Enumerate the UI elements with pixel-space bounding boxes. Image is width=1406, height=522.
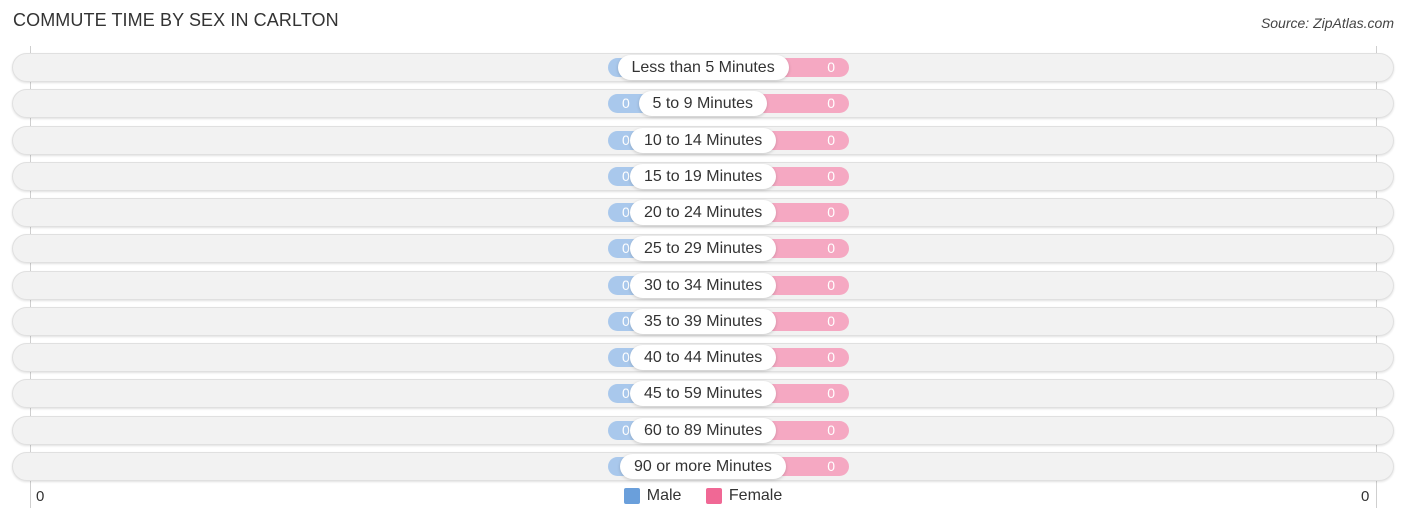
female-value-label: 0 xyxy=(827,312,835,329)
female-value-label: 0 xyxy=(827,167,835,184)
female-value-label: 0 xyxy=(827,59,835,75)
female-value-label: 0 xyxy=(827,385,835,402)
category-label: 5 to 9 Minutes xyxy=(638,91,767,117)
source-credit: Source: ZipAtlas.com xyxy=(1260,15,1394,31)
legend-swatch-male xyxy=(623,488,640,504)
female-value-label: 0 xyxy=(827,276,835,293)
female-value-label: 0 xyxy=(827,457,835,474)
male-value-label: 0 xyxy=(622,276,630,293)
female-bar[interactable]: 0 xyxy=(755,94,849,114)
category-label: Less than 5 Minutes xyxy=(617,55,789,80)
female-value-label: 0 xyxy=(827,204,835,220)
legend-label-female: Female xyxy=(728,487,783,504)
legend-label-male: Male xyxy=(646,487,682,504)
male-value-label: 0 xyxy=(622,385,630,402)
legend-swatch-female xyxy=(705,488,722,504)
male-value-label: 0 xyxy=(622,167,630,184)
female-value-label: 0 xyxy=(827,240,835,257)
category-label: 10 to 14 Minutes xyxy=(630,127,777,153)
female-value-label: 0 xyxy=(827,95,835,112)
male-value-label: 0 xyxy=(622,421,630,438)
category-label: 20 to 24 Minutes xyxy=(630,200,777,225)
chart-title: COMMUTE TIME BY SEX IN CARLTON xyxy=(13,10,339,30)
male-value-label: 0 xyxy=(622,131,630,148)
category-label: 30 to 34 Minutes xyxy=(630,272,777,298)
male-value-label: 0 xyxy=(622,95,630,112)
male-value-label: 0 xyxy=(622,312,630,329)
category-label: 40 to 44 Minutes xyxy=(630,345,777,370)
female-value-label: 0 xyxy=(827,349,835,365)
male-value-label: 0 xyxy=(622,240,630,257)
category-label: 90 or more Minutes xyxy=(620,453,786,479)
male-value-label: 0 xyxy=(622,349,630,365)
male-value-label: 0 xyxy=(622,204,630,220)
category-label: 60 to 89 Minutes xyxy=(630,417,777,443)
legend-item-female[interactable]: Female xyxy=(705,487,783,505)
female-value-label: 0 xyxy=(827,421,835,438)
category-label: 25 to 29 Minutes xyxy=(630,236,777,262)
category-label: 15 to 19 Minutes xyxy=(630,163,777,189)
legend-item-male[interactable]: Male xyxy=(623,487,682,505)
category-label: 35 to 39 Minutes xyxy=(630,308,777,334)
female-value-label: 0 xyxy=(827,131,835,148)
category-label: 45 to 59 Minutes xyxy=(630,381,777,407)
legend: Male Female xyxy=(0,487,1406,509)
